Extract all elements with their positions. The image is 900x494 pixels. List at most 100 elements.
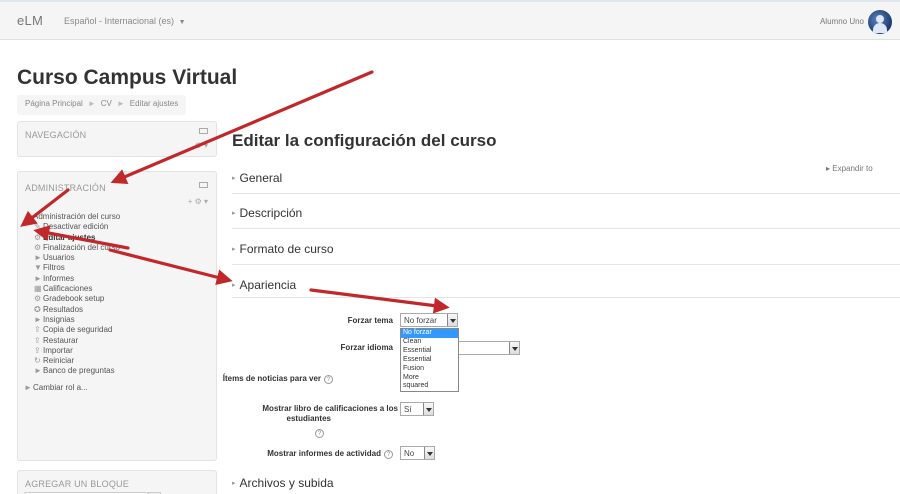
theme-option[interactable]: Fusion <box>401 365 458 374</box>
admin-tree-item-label: Administración del curso <box>33 212 121 221</box>
navigation-block-title[interactable]: NAVEGACIÓN <box>25 130 86 140</box>
outcomes-icon: ✪ <box>34 304 41 314</box>
help-icon[interactable]: ? <box>324 375 333 384</box>
help-icon[interactable]: ? <box>315 429 324 438</box>
caret-right-icon: ▸ <box>232 480 236 487</box>
filter-icon: ▼ <box>34 263 42 273</box>
section-files[interactable]: ▸ Archivos y subida <box>232 476 900 494</box>
add-block-title: AGREGAR UN BLOQUE <box>25 479 129 489</box>
administration-block-title[interactable]: ADMINISTRACIÓN <box>25 183 106 193</box>
theme-option[interactable]: More <box>401 374 458 383</box>
force-language-label: Forzar idioma <box>340 343 393 352</box>
admin-tree-item[interactable]: ⇪ Copia de seguridad <box>24 325 120 335</box>
caret-right-icon: ► <box>34 253 42 263</box>
admin-tree-item[interactable]: ▼Filtros <box>24 263 120 273</box>
caret-right-icon: ▸ <box>232 246 236 253</box>
admin-tree-item-label: Calificaciones <box>43 284 93 294</box>
admin-tree-item[interactable]: ▦Calificaciones <box>24 284 120 294</box>
language-menu[interactable]: Español - Internacional (es) ▼ <box>64 16 186 26</box>
admin-tree-item[interactable]: ►Cambiar rol a... <box>24 383 120 393</box>
admin-tree-item[interactable]: ⇪ Restaurar <box>24 336 120 346</box>
caret-right-icon: ▸ <box>232 210 236 217</box>
caret-down-icon: ▸ <box>232 282 236 289</box>
breadcrumb-separator: ► <box>116 99 125 108</box>
gear-icon: ⚙ <box>34 242 42 252</box>
theme-option[interactable]: No forzar <box>401 329 458 338</box>
page-title: Curso Campus Virtual <box>17 66 238 89</box>
chevron-down-icon[interactable] <box>509 342 519 354</box>
admin-tree-item-label: Desactivar edición <box>43 222 109 232</box>
avatar-head <box>876 15 884 23</box>
admin-tree-item-label: Usuarios <box>43 253 75 263</box>
force-theme-label: Forzar tema <box>347 316 393 325</box>
section-appearance[interactable]: ▸ Apariencia <box>232 278 900 298</box>
section-appearance-label: Apariencia <box>239 278 297 292</box>
admin-tree-item-label: Copia de seguridad <box>43 325 113 335</box>
chevron-down-icon[interactable] <box>447 314 457 326</box>
admin-tree-item[interactable]: ✎ Desactivar edición <box>24 222 120 232</box>
section-files-label: Archivos y subida <box>239 476 334 490</box>
block-dock-icon[interactable] <box>198 128 208 136</box>
breadcrumb-item-home[interactable]: Página Principal <box>25 99 83 108</box>
gradebook-label-line1: Mostrar libro de calificaciones a los <box>262 404 398 413</box>
show-gradebook-select[interactable]: Sí <box>400 402 434 416</box>
admin-tree-item-label: Insignias <box>43 314 75 324</box>
admin-tree-item-label: Banco de preguntas <box>43 366 115 376</box>
site-brand[interactable]: eLM <box>17 13 43 28</box>
backup-icon: ⇪ <box>34 325 41 335</box>
caret-right-icon: ► <box>34 273 42 283</box>
pencil-icon: ✎ <box>34 222 41 232</box>
section-general[interactable]: ▸ General <box>232 171 900 194</box>
activity-reports-select[interactable]: No <box>400 446 435 460</box>
section-description-label: Descripción <box>239 206 303 220</box>
admin-tree-item-label: Gradebook setup <box>43 294 105 304</box>
force-theme-value: No forzar <box>404 316 437 325</box>
add-block: AGREGAR UN BLOQUE <box>17 470 217 494</box>
section-format[interactable]: ▸ Formato de curso <box>232 242 900 265</box>
theme-option[interactable]: Essential <box>401 347 458 356</box>
admin-tree-item-label: Informes <box>43 273 75 283</box>
administration-block: ADMINISTRACIÓN + ⚙ ▾ ▼Administración del… <box>17 171 217 461</box>
navigation-block: NAVEGACIÓN ⚙ ▾ <box>17 121 217 157</box>
theme-option[interactable]: Essential <box>401 356 458 365</box>
admin-tree-item-label: Restaurar <box>43 335 79 345</box>
main-title: Editar la configuración del curso <box>232 131 497 150</box>
admin-tree-item-label: Editar ajustes <box>43 232 96 242</box>
chevron-down-icon[interactable] <box>424 447 434 459</box>
help-icon[interactable]: ? <box>384 450 393 459</box>
admin-tree-item[interactable]: ►Usuarios <box>24 253 120 263</box>
chevron-down-icon: ▼ <box>178 19 186 26</box>
admin-tree-item[interactable]: ⇪ Importar <box>24 346 120 356</box>
chevron-down-icon[interactable] <box>423 403 433 415</box>
admin-tree-item[interactable]: ✪ Resultados <box>24 305 120 315</box>
show-gradebook-value: Sí <box>404 405 412 414</box>
admin-tree-item-label: Importar <box>43 345 73 355</box>
force-language-select[interactable] <box>456 341 520 355</box>
admin-tree-item[interactable]: ►Insignias <box>24 315 120 325</box>
news-items-label: Ítems de noticias para ver? <box>223 374 333 384</box>
theme-option[interactable]: Clean <box>401 338 458 347</box>
breadcrumb-item-current: Editar ajustes <box>129 99 179 108</box>
news-items-label-text: Ítems de noticias para ver <box>222 374 321 383</box>
caret-right-icon: ► <box>34 366 42 376</box>
admin-tree-item[interactable]: ⚙ Editar ajustes <box>24 233 120 243</box>
block-actions-icon[interactable]: ⚙ ▾ <box>195 141 208 150</box>
activity-reports-label: Mostrar informes de actividad? <box>267 449 393 459</box>
block-actions-icon[interactable]: + ⚙ ▾ <box>188 197 208 206</box>
user-name[interactable]: Alumno Uno <box>820 17 864 26</box>
admin-tree-item[interactable]: ⚙ Finalización del curso <box>24 243 120 253</box>
gradebook-label-line2: estudiantes <box>286 414 331 423</box>
admin-tree-item[interactable]: ↻ Reiniciar <box>24 356 120 366</box>
admin-tree-item[interactable]: ▼Administración del curso <box>24 212 120 222</box>
admin-tree-item[interactable]: ⚙ Gradebook setup <box>24 294 120 304</box>
avatar[interactable] <box>868 10 892 34</box>
caret-right-icon: ► <box>24 382 32 392</box>
breadcrumb-item-course[interactable]: CV <box>101 99 112 108</box>
theme-option[interactable]: squared <box>401 382 458 391</box>
force-theme-select[interactable]: No forzar <box>400 313 458 327</box>
admin-tree-item[interactable]: ►Banco de preguntas <box>24 366 120 376</box>
section-description[interactable]: ▸ Descripción <box>232 206 900 229</box>
admin-tree-item-label: Resultados <box>43 304 84 314</box>
admin-tree-item[interactable]: ►Informes <box>24 274 120 284</box>
block-dock-icon[interactable] <box>198 182 208 190</box>
